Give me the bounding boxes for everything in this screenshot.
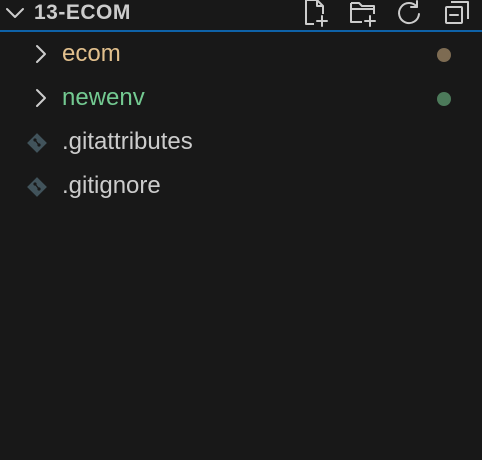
collapse-all-icon — [445, 1, 469, 24]
explorer-title: 13-ECOM — [34, 1, 131, 24]
new-file-icon — [305, 0, 328, 27]
tree-item-gitattributes[interactable]: .gitattributes — [0, 120, 482, 164]
chevron-right-icon[interactable] — [32, 43, 50, 65]
chevron-right-icon[interactable] — [32, 87, 50, 109]
git-icon — [27, 177, 47, 197]
refresh-icon — [398, 0, 420, 25]
modified-indicator — [437, 48, 451, 62]
refresh-button[interactable] — [394, 0, 424, 28]
tree-item-gitignore[interactable]: .gitignore — [0, 164, 482, 208]
tree-item-label: newenv — [62, 84, 145, 111]
collapse-all-button[interactable] — [442, 0, 472, 28]
untracked-indicator — [437, 92, 451, 106]
tree-item-ecom[interactable]: ecom — [0, 32, 482, 76]
chevron-down-icon[interactable] — [4, 2, 26, 24]
tree-item-label: ecom — [62, 40, 121, 67]
tree-item-newenv[interactable]: newenv — [0, 76, 482, 120]
new-folder-button[interactable] — [348, 0, 378, 28]
tree-item-label: .gitattributes — [62, 128, 193, 155]
explorer-header[interactable]: 13-ECOM — [0, 0, 482, 32]
tree-item-label: .gitignore — [62, 172, 161, 199]
new-folder-icon — [350, 2, 376, 27]
new-file-button[interactable] — [300, 0, 330, 28]
git-icon — [27, 133, 47, 153]
